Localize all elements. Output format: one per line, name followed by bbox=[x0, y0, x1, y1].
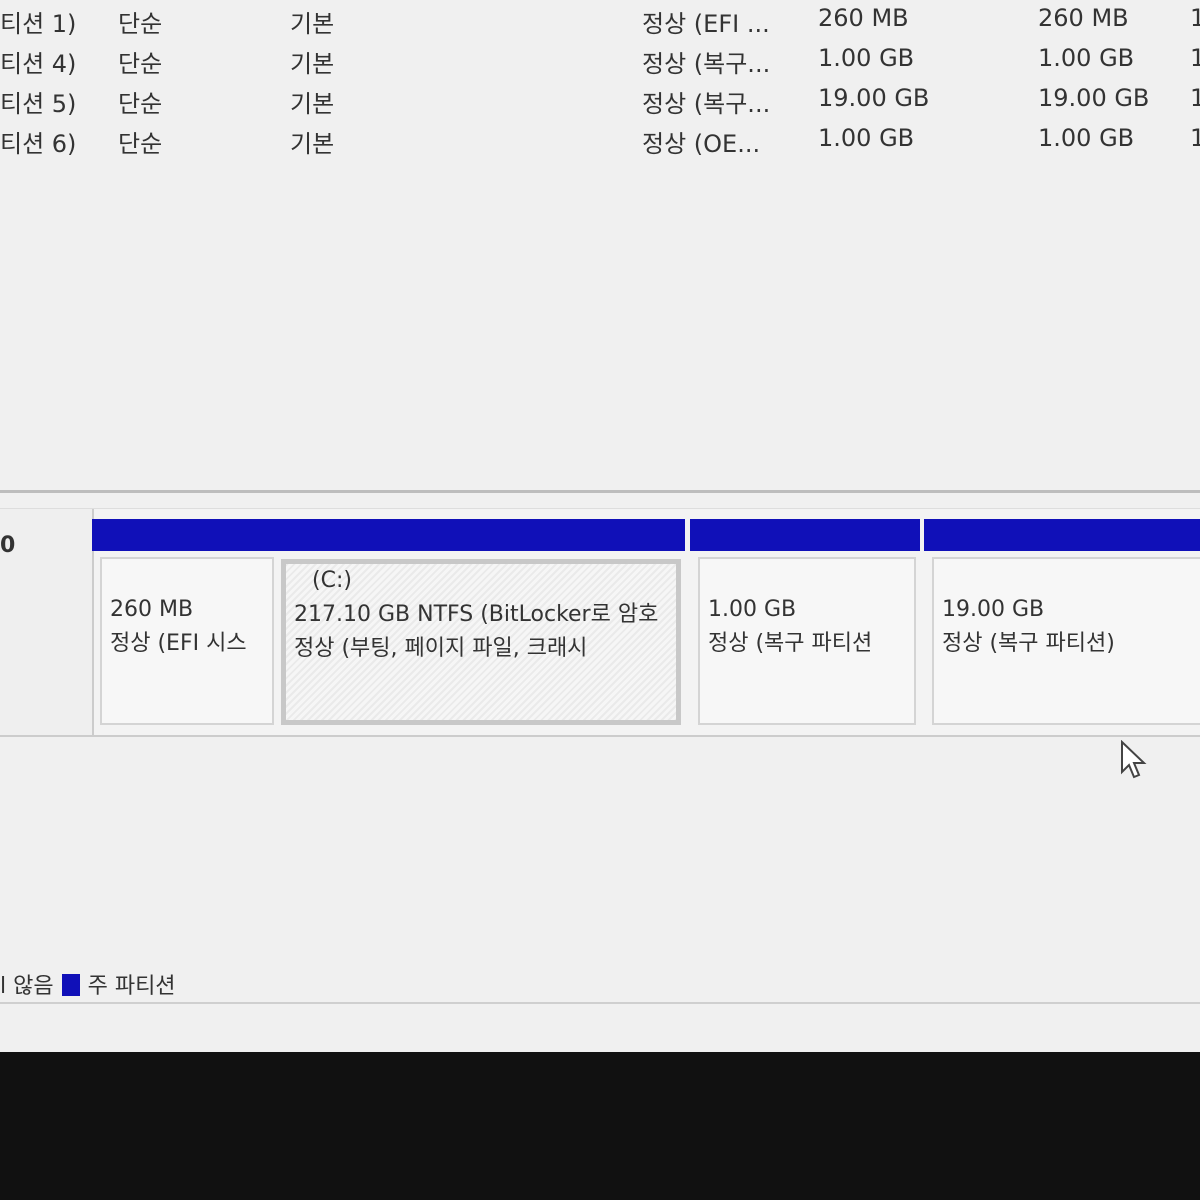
volume-status: 정상 (OE... bbox=[642, 130, 761, 158]
status-divider bbox=[0, 1002, 1200, 1004]
volume-name: 티션 5) bbox=[0, 90, 77, 118]
partition-status: 정상 (부팅, 페이지 파일, 크래시 bbox=[294, 636, 588, 661]
primary-partition-bar bbox=[690, 519, 920, 551]
volume-extra: 1 bbox=[1190, 124, 1200, 152]
disk-management-window: 티션 1) 단순 기본 정상 (EFI ... 260 MB 260 MB 1 … bbox=[0, 0, 1200, 1052]
volume-free: 260 MB bbox=[1038, 4, 1129, 32]
volume-layout: 단순 bbox=[118, 10, 163, 38]
volume-layout: 단순 bbox=[118, 90, 163, 118]
partition-status: 정상 (복구 파티션) bbox=[942, 631, 1115, 656]
volume-name: 티션 1) bbox=[0, 10, 77, 38]
primary-partition-bar bbox=[277, 519, 685, 551]
volume-extra: 1 bbox=[1190, 44, 1200, 72]
volume-row[interactable]: 티션 6) 단순 기본 정상 (OE... 1.00 GB 1.00 GB 1 bbox=[0, 120, 1200, 160]
partition-recovery-2[interactable]: 19.00 GB 정상 (복구 파티션) bbox=[924, 519, 1200, 725]
primary-partition-bar bbox=[924, 519, 1200, 551]
partition-c[interactable]: (C:) 217.10 GB NTFS (BitLocker로 암호 정상 (부… bbox=[277, 519, 685, 725]
pane-splitter[interactable] bbox=[0, 490, 1200, 493]
legend: l 않음 주 파티션 bbox=[0, 968, 176, 1000]
mouse-cursor-icon bbox=[1121, 740, 1147, 779]
partition-status: 정상 (EFI 시스 bbox=[110, 631, 247, 656]
legend-unallocated: l 않음 bbox=[0, 974, 54, 999]
volume-row[interactable]: 티션 1) 단순 기본 정상 (EFI ... 260 MB 260 MB 1 bbox=[0, 0, 1200, 40]
volume-name: 티션 4) bbox=[0, 50, 77, 78]
partition-efi[interactable]: 260 MB 정상 (EFI 시스 bbox=[92, 519, 278, 725]
partition-size: 260 MB bbox=[110, 597, 194, 622]
volume-name: 티션 6) bbox=[0, 130, 77, 158]
volume-type: 기본 bbox=[290, 130, 335, 158]
legend-primary: 주 파티션 bbox=[87, 974, 176, 999]
volume-status: 정상 (복구... bbox=[642, 90, 771, 118]
primary-partition-bar bbox=[92, 519, 278, 551]
disk-label[interactable]: 0 bbox=[0, 509, 94, 735]
partition-size: 19.00 GB bbox=[942, 597, 1045, 622]
volume-capacity: 260 MB bbox=[818, 4, 909, 32]
partition-size: 1.00 GB bbox=[708, 597, 797, 622]
volume-layout: 단순 bbox=[118, 130, 163, 158]
partition-recovery-1[interactable]: 1.00 GB 정상 (복구 파티션 bbox=[690, 519, 920, 725]
volume-type: 기본 bbox=[290, 50, 335, 78]
volume-extra: 1 bbox=[1190, 4, 1200, 32]
volume-type: 기본 bbox=[290, 10, 335, 38]
volume-free: 1.00 GB bbox=[1038, 124, 1135, 152]
volume-layout: 단순 bbox=[118, 50, 163, 78]
volume-free: 19.00 GB bbox=[1038, 84, 1150, 112]
partition-title: (C:) bbox=[312, 568, 352, 593]
volume-row[interactable]: 티션 4) 단순 기본 정상 (복구... 1.00 GB 1.00 GB 1 bbox=[0, 40, 1200, 80]
volume-extra: 1 bbox=[1190, 84, 1200, 112]
volume-capacity: 1.00 GB bbox=[818, 124, 915, 152]
partition-size: 217.10 GB NTFS (BitLocker로 암호 bbox=[294, 602, 659, 627]
volume-capacity: 1.00 GB bbox=[818, 44, 915, 72]
primary-swatch-icon bbox=[61, 974, 80, 996]
volume-status: 정상 (복구... bbox=[642, 50, 771, 78]
disk-0-panel: 0 260 MB 정상 (EFI 시스 (C:) 217.10 GB NTFS … bbox=[0, 508, 1200, 737]
volume-row[interactable]: 티션 5) 단순 기본 정상 (복구... 19.00 GB 19.00 GB … bbox=[0, 80, 1200, 120]
partition-status: 정상 (복구 파티션 bbox=[708, 631, 873, 656]
disk-number: 0 bbox=[0, 533, 16, 558]
volume-capacity: 19.00 GB bbox=[818, 84, 930, 112]
volume-free: 1.00 GB bbox=[1038, 44, 1135, 72]
volume-type: 기본 bbox=[290, 90, 335, 118]
volume-status: 정상 (EFI ... bbox=[642, 10, 770, 38]
